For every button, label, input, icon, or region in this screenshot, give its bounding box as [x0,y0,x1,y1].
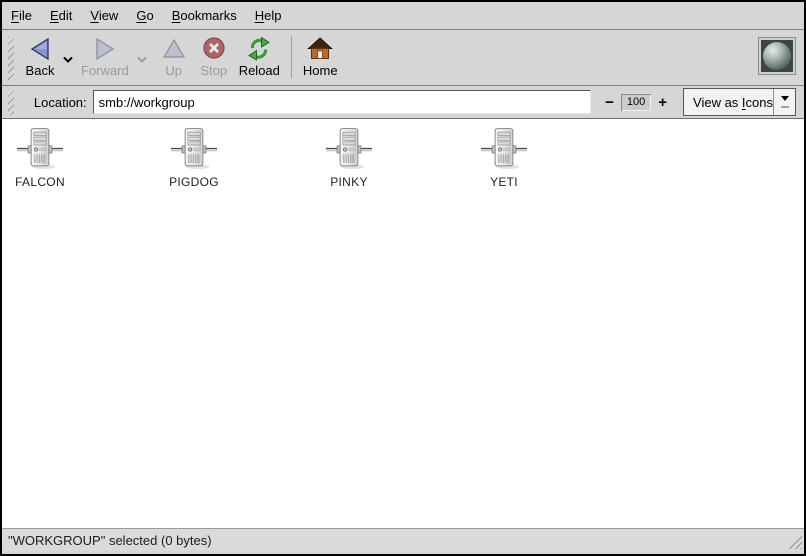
server-item-pigdog[interactable]: PIGDOG [149,126,239,189]
up-button-label: Up [165,64,182,78]
zoom-level-indicator: 100 [621,94,651,111]
menu-edit[interactable]: Edit [41,2,81,29]
file-manager-window: File Edit View Go Bookmarks Help Back Fo… [0,0,806,556]
menu-go[interactable]: Go [127,2,162,29]
stop-button-label: Stop [200,64,227,78]
server-item-falcon[interactable]: FALCON [0,126,85,189]
back-button-label: Back [26,64,55,78]
toolbar-grip-handle[interactable] [8,37,14,81]
forward-button[interactable]: Forward [76,33,134,78]
window-resize-grip[interactable] [787,534,802,549]
back-history-chevron-icon[interactable] [60,51,76,69]
up-button[interactable]: Up [154,33,194,78]
view-as-label: View as Icons [684,95,773,110]
menubar: File Edit View Go Bookmarks Help [2,2,804,30]
location-bar-grip-handle[interactable] [8,89,14,115]
forward-arrow-icon [92,35,118,62]
menu-file[interactable]: File [2,2,41,29]
stop-button[interactable]: Stop [194,33,234,78]
menu-bookmarks[interactable]: Bookmarks [163,2,246,29]
toolbar-separator [291,36,292,78]
combo-bar-decoration [781,106,789,108]
home-icon [307,35,333,62]
server-item-label: PIGDOG [169,175,219,189]
zoom-out-button[interactable]: − [601,94,618,111]
home-button-label: Home [303,64,338,78]
menu-view[interactable]: View [81,2,127,29]
icon-view[interactable]: FALCON PIGDOG PINKY YETI [2,119,804,528]
forward-button-label: Forward [81,64,129,78]
throbber-frame [761,40,793,72]
menu-help[interactable]: Help [246,2,291,29]
back-button[interactable]: Back [20,33,60,78]
view-as-dropdown-button[interactable] [773,89,795,115]
server-item-yeti[interactable]: YETI [459,126,549,189]
stop-icon [201,35,227,62]
reload-button[interactable]: Reload [234,33,285,78]
server-item-pinky[interactable]: PINKY [304,126,394,189]
reload-icon [246,35,272,62]
reload-button-label: Reload [239,64,280,78]
home-button[interactable]: Home [298,33,343,78]
view-as-combobox[interactable]: View as Icons [683,88,796,116]
network-server-icon [171,126,217,172]
throbber-globe-icon [758,37,796,75]
throbber-sphere [763,42,791,70]
network-server-icon [481,126,527,172]
up-arrow-icon [161,35,187,62]
location-bar: Location: − 100 + View as Icons [2,86,804,119]
network-server-icon [17,126,63,172]
zoom-in-button[interactable]: + [654,94,671,111]
chevron-down-icon [781,96,789,105]
server-item-label: PINKY [330,175,368,189]
network-server-icon [326,126,372,172]
back-arrow-icon [27,35,53,62]
location-label: Location: [34,95,87,110]
location-input[interactable] [93,90,591,114]
status-bar: "WORKGROUP" selected (0 bytes) [2,528,804,551]
toolbar: Back Forward Up Stop [2,30,804,86]
status-text: "WORKGROUP" selected (0 bytes) [8,533,212,548]
forward-history-chevron-icon[interactable] [134,51,150,69]
server-item-label: FALCON [15,175,65,189]
server-item-label: YETI [490,175,518,189]
